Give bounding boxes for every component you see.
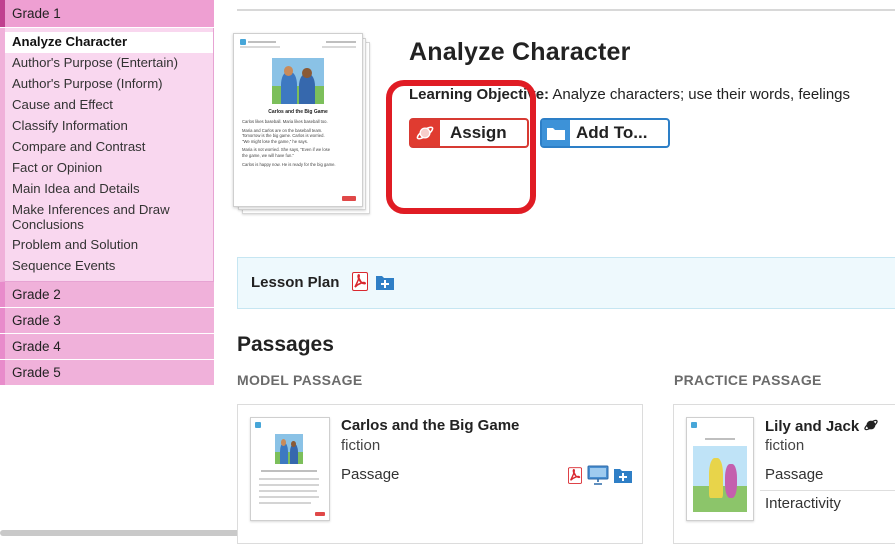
assign-button[interactable]: Assign (409, 118, 529, 148)
model-passage-card: Carlos and the Big Game fiction Passage (237, 404, 643, 544)
skill-fact-or-opinion[interactable]: Fact or Opinion (5, 158, 213, 179)
add-to-folder-icon[interactable] (376, 274, 394, 290)
skill-classify-information[interactable]: Classify Information (5, 116, 213, 137)
practice-passage-title[interactable]: Lily and Jack (765, 417, 879, 437)
skill-authors-purpose-entertain[interactable]: Author's Purpose (Entertain) (5, 53, 213, 74)
folder-icon (542, 120, 570, 146)
skill-sequence-events[interactable]: Sequence Events (5, 256, 213, 277)
lesson-plan-label: Lesson Plan (251, 274, 340, 291)
skills-list: Analyze Character Author's Purpose (Ente… (0, 28, 214, 282)
skill-problem-and-solution[interactable]: Problem and Solution (5, 235, 213, 256)
grade-3-toggle[interactable]: Grade 3 (0, 308, 214, 334)
skill-main-idea-and-details[interactable]: Main Idea and Details (5, 179, 213, 200)
practice-passage-type: Passage (765, 466, 824, 483)
pdf-icon[interactable] (352, 272, 368, 291)
card-divider (760, 490, 895, 491)
learning-objective: Learning Objective: Analyze characters; … (409, 86, 850, 103)
add-to-button[interactable]: Add To... (540, 118, 670, 148)
worksheet-page: Carlos and the Big Game Carlos likes bas… (233, 33, 363, 207)
passages-heading: Passages (237, 333, 334, 356)
model-passage-thumbnail[interactable] (250, 417, 330, 521)
planet-icon (410, 120, 440, 146)
grade-1-toggle[interactable]: Grade 1 (0, 0, 214, 28)
worksheet-body: Carlos likes baseball. Maria likes baseb… (242, 119, 336, 167)
model-passage-title[interactable]: Carlos and the Big Game (341, 417, 519, 434)
model-passage-actions (568, 465, 632, 485)
page-title: Analyze Character (409, 38, 631, 66)
grade-4-toggle[interactable]: Grade 4 (0, 334, 214, 360)
skill-compare-and-contrast[interactable]: Compare and Contrast (5, 137, 213, 158)
grade-2-toggle[interactable]: Grade 2 (0, 282, 214, 308)
name-line (240, 46, 280, 48)
grade-5-toggle[interactable]: Grade 5 (0, 360, 214, 386)
skill-authors-purpose-inform[interactable]: Author's Purpose (Inform) (5, 74, 213, 95)
header-rule (326, 41, 356, 43)
worksheet-header (240, 39, 356, 48)
worksheet-illustration (272, 58, 324, 104)
practice-passage-interactivity[interactable]: Interactivity (765, 495, 841, 512)
lesson-plan-bar: Lesson Plan (237, 257, 895, 309)
pdf-icon[interactable] (568, 466, 582, 484)
planet-icon (863, 417, 879, 437)
worksheet-story-title: Carlos and the Big Game (268, 109, 328, 115)
date-line (322, 46, 356, 48)
publisher-logo-icon (342, 196, 356, 201)
practice-passage-card: Lily and Jack fiction Passage Interactiv… (673, 404, 895, 544)
projector-display-icon[interactable] (587, 465, 609, 485)
model-passage-type: Passage (341, 466, 400, 483)
header-rule (248, 41, 276, 43)
assign-label: Assign (450, 123, 507, 142)
objective-label: Learning Objective: (409, 86, 550, 103)
practice-passage-heading: PRACTICE PASSAGE (674, 372, 822, 388)
skill-make-inferences[interactable]: Make Inferences and Draw Conclusions (5, 200, 213, 235)
model-passage-heading: MODEL PASSAGE (237, 372, 363, 388)
add-to-label: Add To... (576, 123, 648, 142)
skill-analyze-character[interactable]: Analyze Character (5, 32, 213, 53)
brand-logo-icon (240, 39, 246, 45)
model-passage-genre: fiction (341, 437, 381, 454)
objective-text: Analyze characters; use their words, fee… (549, 86, 851, 103)
worksheet-preview[interactable]: Carlos and the Big Game Carlos likes bas… (233, 33, 370, 214)
sidebar: Grade 1 Analyze Character Author's Purpo… (0, 0, 214, 386)
skill-cause-and-effect[interactable]: Cause and Effect (5, 95, 213, 116)
practice-passage-genre: fiction (765, 437, 805, 454)
practice-passage-thumbnail[interactable] (686, 417, 754, 521)
add-to-folder-icon[interactable] (614, 467, 632, 483)
top-divider (237, 9, 895, 11)
